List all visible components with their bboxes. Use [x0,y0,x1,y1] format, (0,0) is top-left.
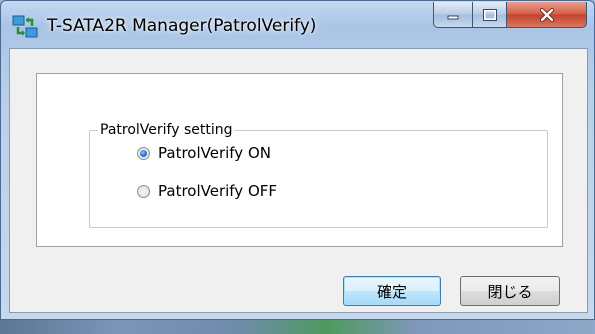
patrolverify-setting-group: PatrolVerify setting PatrolVerify ON Pat… [89,122,548,228]
settings-panel: PatrolVerify setting PatrolVerify ON Pat… [36,73,563,247]
radio-off-label: PatrolVerify OFF [158,182,278,200]
title-bar[interactable]: T-SATA2R Manager(PatrolVerify) [1,1,594,49]
radio-on-label: PatrolVerify ON [158,144,271,162]
radio-option-on[interactable]: PatrolVerify ON [137,143,271,163]
window-title: T-SATA2R Manager(PatrolVerify) [47,16,317,36]
minimize-icon [447,15,459,19]
dialog-window: T-SATA2R Manager(PatrolVerify) PatrolVer… [0,0,595,320]
radio-off-indicator[interactable] [137,184,150,198]
close-dialog-button[interactable]: 閉じる [460,276,560,306]
close-icon [539,7,554,22]
minimize-button[interactable] [433,2,473,28]
background-taskbar-strip [0,320,595,334]
caption-buttons [433,2,587,32]
group-legend: PatrolVerify setting [98,122,235,138]
close-button[interactable] [507,2,587,28]
maximize-button[interactable] [473,2,507,28]
dialog-client-area: PatrolVerify setting PatrolVerify ON Pat… [9,48,588,313]
app-icon [12,15,38,38]
maximize-icon [482,8,497,21]
radio-option-off[interactable]: PatrolVerify OFF [137,181,277,201]
confirm-button[interactable]: 確定 [343,276,441,306]
radio-on-indicator[interactable] [137,146,150,160]
